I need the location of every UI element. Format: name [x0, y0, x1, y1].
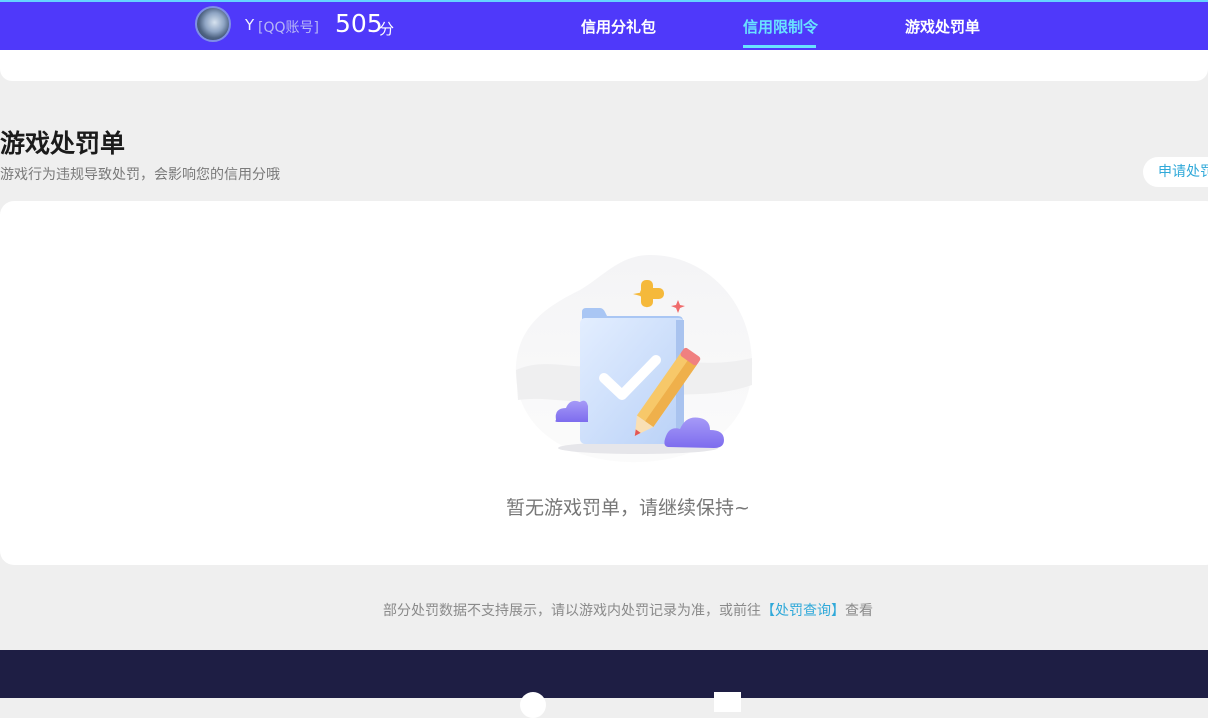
empty-state-message: 暂无游戏罚单，请继续保持~ — [506, 497, 750, 519]
note-suffix: 查看 — [845, 603, 873, 619]
credit-score: 505 — [335, 9, 383, 38]
avatar[interactable] — [195, 6, 231, 42]
footer-square-icon[interactable] — [714, 692, 741, 712]
footer — [0, 650, 1208, 698]
penalty-data-note: 部分处罚数据不支持展示，请以游戏内处罚记录为准，或前往【处罚查询】查看 — [0, 600, 1208, 620]
account-type-label: [QQ账号] — [258, 20, 319, 36]
username: Y — [245, 16, 255, 34]
penalty-query-link[interactable]: 【处罚查询】 — [761, 603, 845, 619]
footer-circle-icon[interactable] — [520, 692, 546, 718]
section-subtitle: 游戏行为违规导致处罚，会影响您的信用分哦 — [0, 167, 280, 183]
nav-tab-game-penalty[interactable]: 游戏处罚单 — [905, 16, 980, 37]
active-tab-indicator — [743, 45, 816, 48]
section-title: 游戏处罚单 — [0, 129, 126, 158]
previous-section-card — [0, 50, 1208, 81]
clipboard-check-pencil-icon — [515, 255, 753, 463]
credit-score-unit: 分 — [379, 20, 395, 38]
nav-tab-credit-gift[interactable]: 信用分礼包 — [581, 16, 656, 37]
apply-penalty-button[interactable]: 申请处罚 — [1143, 157, 1208, 187]
note-prefix: 部分处罚数据不支持展示，请以游戏内处罚记录为准，或前往 — [383, 603, 761, 619]
nav-tab-credit-restriction[interactable]: 信用限制令 — [743, 16, 818, 37]
